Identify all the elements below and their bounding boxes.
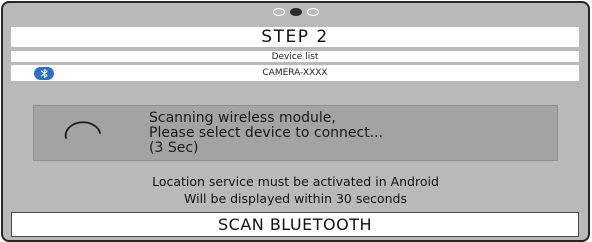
page-indicator: [3, 8, 588, 16]
info-notes: Location service must be activated in An…: [3, 173, 588, 207]
display-time-note: Will be displayed within 30 seconds: [184, 191, 407, 206]
location-service-note: Location service must be activated in An…: [152, 174, 439, 189]
device-name: CAMERA-XXXX: [262, 68, 328, 78]
scanning-countdown: (3 Sec): [149, 140, 199, 156]
step-title: STEP 2: [11, 27, 579, 47]
scanning-message-line1: Scanning wireless module,: [149, 110, 336, 126]
page-dot-1: [272, 8, 285, 16]
app-panel: STEP 2 Device list CAMERA-XXXX Scanning …: [1, 1, 590, 242]
device-list-header: Device list: [11, 51, 579, 62]
page-dot-2-active: [289, 8, 302, 16]
scanning-message: Scanning wireless module, Please select …: [149, 111, 383, 156]
scan-bluetooth-button[interactable]: SCAN BLUETOOTH: [11, 212, 579, 237]
page-dot-3: [306, 8, 319, 16]
scanning-message-line2: Please select device to connect...: [149, 125, 384, 141]
device-list-item[interactable]: CAMERA-XXXX: [11, 65, 579, 81]
scanning-status-box: Scanning wireless module, Please select …: [33, 105, 558, 161]
loading-spinner-icon: [62, 116, 104, 154]
